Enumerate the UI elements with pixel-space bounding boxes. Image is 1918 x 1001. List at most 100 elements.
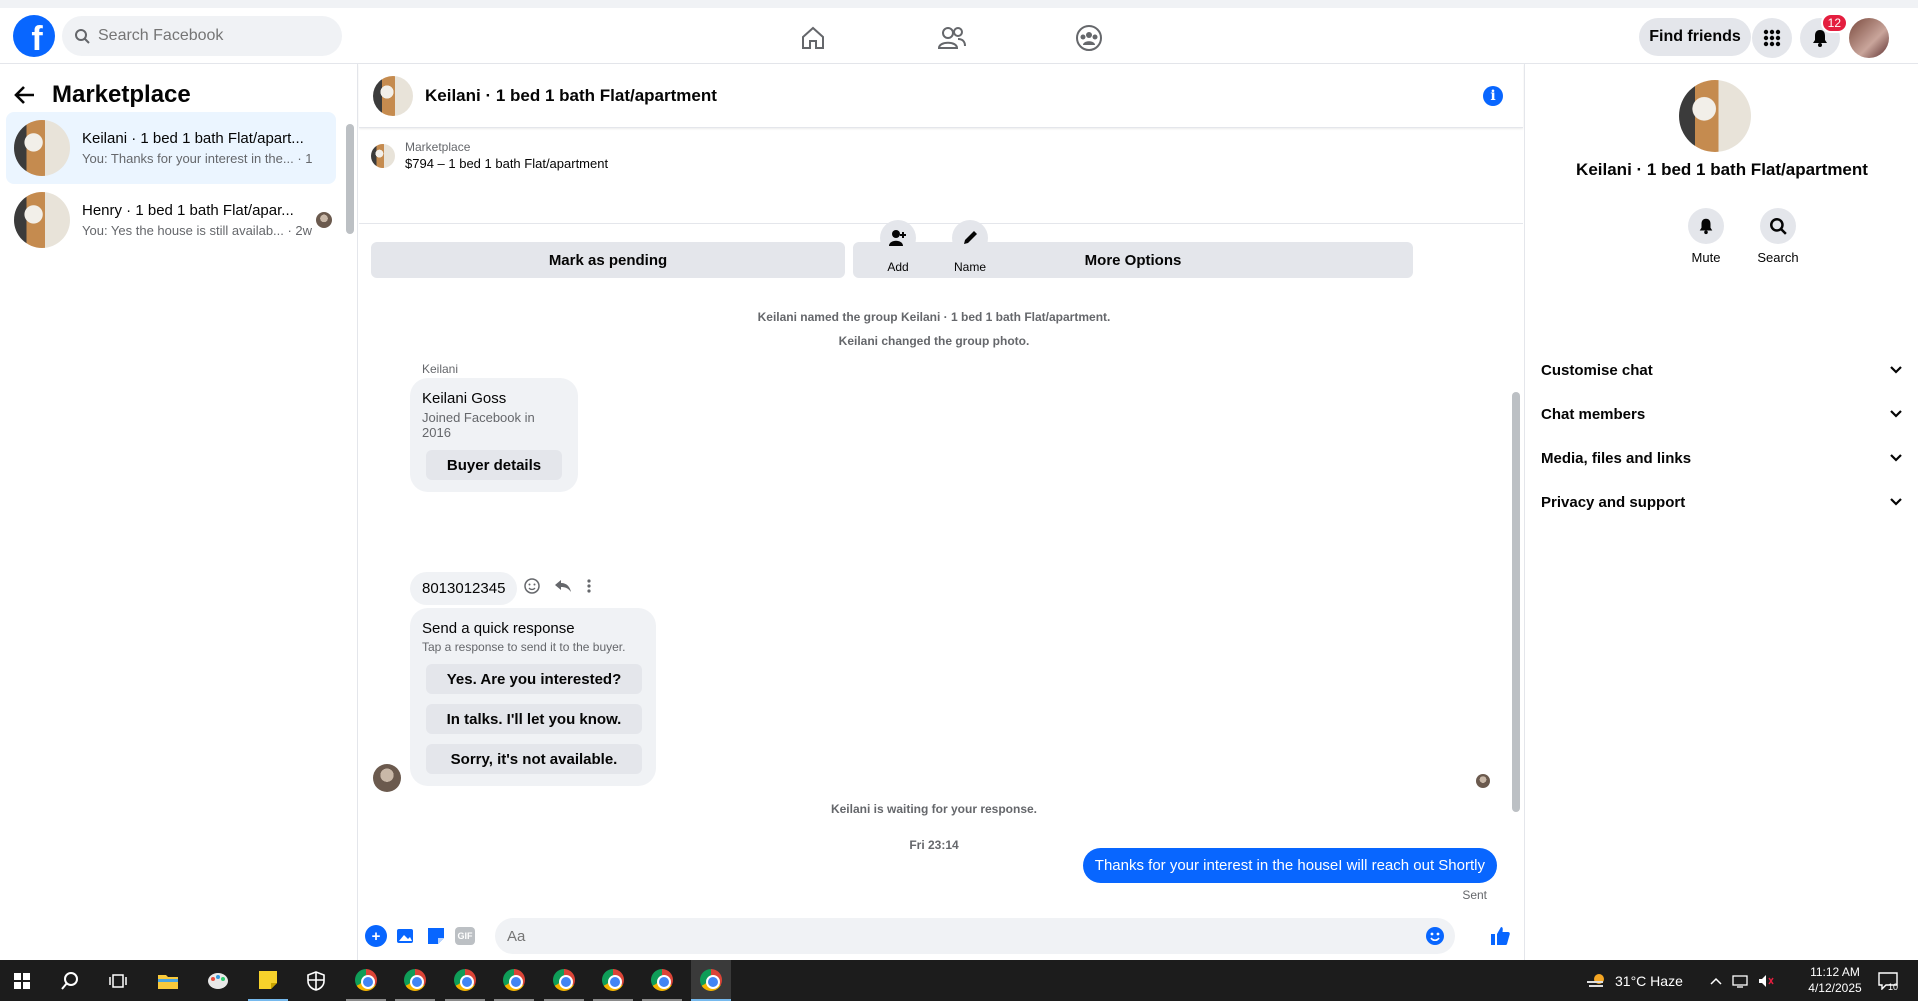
mute-label: Mute <box>1691 250 1721 265</box>
search-label: Search <box>1757 250 1799 265</box>
chat-title[interactable]: Keilani · 1 bed 1 bath Flat/apartment <box>425 86 717 106</box>
chrome-window-icon[interactable] <box>346 960 386 1001</box>
chrome-window-icon[interactable] <box>395 960 435 1001</box>
conversation-thumbnail <box>14 192 70 248</box>
conversation-item[interactable]: Keilani · 1 bed 1 bath Flat/apart... You… <box>6 112 336 184</box>
mute-button[interactable]: Mute <box>1676 208 1736 265</box>
emoji-icon[interactable] <box>1425 926 1445 946</box>
react-emoji-icon[interactable] <box>524 578 540 594</box>
sender-avatar[interactable] <box>373 764 401 792</box>
chrome-window-icon[interactable] <box>642 960 682 1001</box>
chat-avatar[interactable] <box>373 75 413 116</box>
file-explorer-icon[interactable] <box>148 960 188 1001</box>
listing-source: Marketplace <box>405 140 471 154</box>
group-title: Keilani · 1 bed 1 bath Flat/apartment <box>1576 160 1868 179</box>
windows-start-icon[interactable] <box>2 960 42 1001</box>
system-message: Keilani named the group Keilani · 1 bed … <box>757 310 1111 324</box>
read-receipt-avatar <box>316 212 332 228</box>
conversation-item[interactable]: Henry · 1 bed 1 bath Flat/apar... You: Y… <box>6 184 336 256</box>
photo-icon[interactable] <box>395 925 417 947</box>
quick-response-option[interactable]: In talks. I'll let you know. <box>426 704 642 734</box>
search-conversation-button[interactable]: Search <box>1748 208 1808 265</box>
quick-response-subtitle: Tap a response to send it to the buyer. <box>422 640 626 654</box>
system-tray <box>1710 960 1774 1001</box>
seen-by-avatar <box>1476 774 1490 788</box>
thumbs-up-icon[interactable] <box>1489 925 1511 947</box>
page-title: Marketplace <box>52 81 191 108</box>
volume-muted-icon[interactable] <box>1758 974 1774 988</box>
section-label: Customise chat <box>1541 361 1653 379</box>
network-icon[interactable] <box>1732 974 1748 988</box>
menu-grid-icon[interactable] <box>1752 18 1792 58</box>
section-customise-chat[interactable]: Customise chat <box>1541 352 1903 388</box>
chrome-window-icon[interactable] <box>494 960 534 1001</box>
section-label: Privacy and support <box>1541 493 1686 511</box>
plus-icon[interactable]: + <box>365 925 387 947</box>
weather-widget[interactable]: 31°C Haze <box>1585 960 1683 1001</box>
weather-text: 31°C Haze <box>1615 972 1683 989</box>
message-input[interactable] <box>507 927 1387 945</box>
weather-haze-icon <box>1587 973 1604 987</box>
left-scrollbar[interactable] <box>346 124 354 234</box>
chat-scrollbar[interactable] <box>1512 392 1520 812</box>
section-media-files[interactable]: Media, files and links <box>1541 440 1903 476</box>
reply-icon[interactable] <box>554 578 572 594</box>
chevron-up-icon[interactable] <box>1710 977 1722 985</box>
quick-response-option[interactable]: Yes. Are you interested? <box>426 664 642 694</box>
friends-icon[interactable] <box>932 20 972 56</box>
sticker-icon[interactable] <box>425 925 447 947</box>
chat-panel: Keilani · 1 bed 1 bath Flat/apartment i … <box>359 64 1523 960</box>
message-actions <box>524 578 592 594</box>
more-vertical-icon[interactable] <box>586 578 592 594</box>
add-person-icon <box>889 230 906 246</box>
listing-summary[interactable]: Marketplace $794 – 1 bed 1 bath Flat/apa… <box>371 140 608 171</box>
message-input-box[interactable] <box>495 918 1455 954</box>
paint-app-icon[interactable] <box>198 960 238 1001</box>
bell-icon <box>1699 218 1713 235</box>
facebook-logo[interactable]: f <box>13 15 55 57</box>
search-input[interactable] <box>98 27 318 45</box>
phone-message[interactable]: 8013012345 <box>410 572 518 605</box>
rename-group-button[interactable] <box>952 220 988 256</box>
add-member-button[interactable] <box>880 220 916 256</box>
buyer-joined: Joined Facebook in 2016 <box>422 410 535 440</box>
marketplace-listing-bar: Marketplace $794 – 1 bed 1 bath Flat/apa… <box>359 128 1523 224</box>
message-composer: + GIF <box>359 912 1523 960</box>
info-icon[interactable]: i <box>1483 86 1503 106</box>
sticky-notes-icon[interactable] <box>248 960 288 1001</box>
taskbar-search-icon[interactable] <box>50 960 90 1001</box>
clock-date: 4/12/2025 <box>1808 981 1862 995</box>
chrome-window-icon[interactable] <box>593 960 633 1001</box>
chrome-window-active-icon[interactable] <box>691 960 731 1001</box>
home-icon[interactable] <box>793 20 833 56</box>
outgoing-message[interactable]: Thanks for your interest in the houseI w… <box>1082 848 1497 883</box>
chat-details-panel: Keilani · 1 bed 1 bath Flat/apartment Mu… <box>1524 64 1918 960</box>
conversation-name: Keilani · 1 bed 1 bath Flat/apart... <box>82 130 304 147</box>
groups-icon[interactable] <box>1069 20 1109 56</box>
profile-avatar[interactable] <box>1849 18 1889 58</box>
notifications-button[interactable]: 12 <box>1800 13 1848 58</box>
task-view-icon[interactable] <box>98 960 138 1001</box>
pencil-icon <box>964 231 977 244</box>
action-center-count: 10 <box>1888 982 1899 992</box>
chrome-window-icon[interactable] <box>544 960 584 1001</box>
back-arrow-icon[interactable] <box>14 84 36 106</box>
find-friends-button[interactable]: Find friends <box>1639 18 1751 56</box>
buyer-profile-card: Keilani Goss Joined Facebook in 2016 Buy… <box>410 378 578 492</box>
facebook-logo-letter: f <box>31 20 43 57</box>
chevron-down-icon <box>1890 410 1902 418</box>
taskbar-clock[interactable]: 11:12 AM 4/12/2025 <box>1800 964 1870 996</box>
chevron-down-icon <box>1890 366 1902 374</box>
action-center-icon[interactable]: 10 <box>1878 960 1898 1001</box>
chrome-window-icon[interactable] <box>445 960 485 1001</box>
buyer-details-button[interactable]: Buyer details <box>426 450 562 480</box>
section-privacy-support[interactable]: Privacy and support <box>1541 484 1903 520</box>
windows-taskbar: 31°C Haze 11:12 AM 4/12/2025 10 <box>0 960 1918 1001</box>
security-shield-icon[interactable] <box>296 960 336 1001</box>
search-box[interactable] <box>62 16 342 56</box>
quick-response-option[interactable]: Sorry, it's not available. <box>426 744 642 774</box>
group-photo[interactable] <box>1679 80 1751 152</box>
chat-header: Keilani · 1 bed 1 bath Flat/apartment <box>359 64 1523 128</box>
section-chat-members[interactable]: Chat members <box>1541 396 1903 432</box>
gif-icon[interactable]: GIF <box>455 927 475 945</box>
